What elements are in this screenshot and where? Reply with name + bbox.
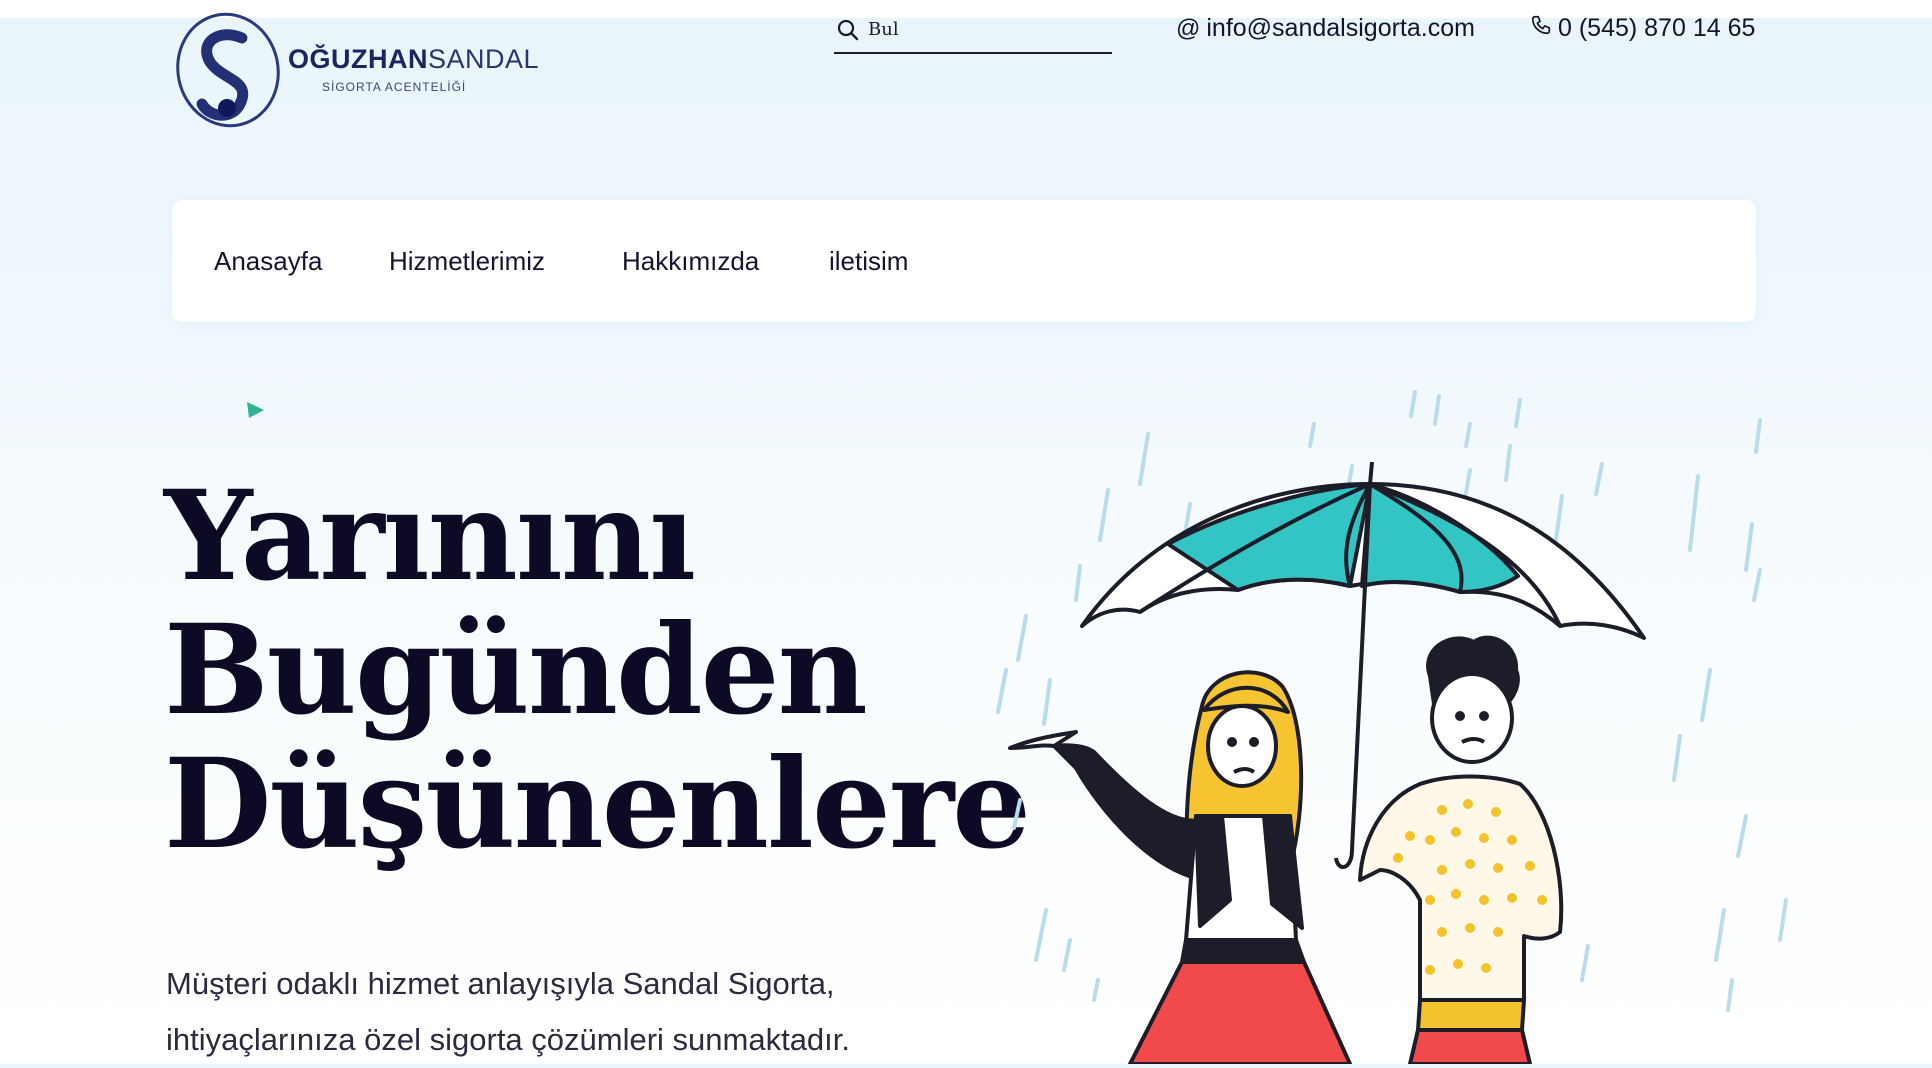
contact-phone-text: 0 (545) 870 14 65	[1558, 14, 1756, 42]
brand-logo[interactable]: OĞUZHANSANDAL SİGORTA ACENTELİĞİ	[170, 6, 539, 132]
contact-phone[interactable]: 0 (545) 870 14 65	[1530, 14, 1755, 43]
hero-description-line: Müşteri odaklı hizmet anlayışıyla Sandal…	[166, 966, 835, 1001]
nav-item-hizmetlerimiz[interactable]: Hizmetlerimiz	[389, 246, 545, 277]
brand-tagline: SİGORTA ACENTELİĞİ	[322, 80, 467, 94]
main-nav: Anasayfa Hizmetlerimiz Hakkımızda iletis…	[172, 200, 1756, 322]
umbrella-couple-illustration	[996, 390, 1788, 1064]
boy-figure	[1358, 635, 1564, 1064]
logo-emblem-icon	[176, 12, 280, 128]
triangle-decoration-icon	[247, 402, 264, 418]
nav-item-hakkimizda[interactable]: Hakkımızda	[622, 246, 759, 277]
brand-name-light: SANDAL	[428, 44, 540, 74]
hero-title-line: Yarınını	[164, 464, 696, 609]
hero-description: Müşteri odaklı hizmet anlayışıyla Sandal…	[166, 956, 850, 1068]
hero-title-line: Düşünenlere	[164, 732, 1031, 877]
phone-icon	[1530, 14, 1552, 43]
contact-email[interactable]: @ info@sandalsigorta.com	[1176, 14, 1475, 43]
hero-description-line: ihtiyaçlarınıza özel sigorta çözümleri s…	[166, 1022, 851, 1057]
nav-item-iletisim[interactable]: iletisim	[829, 246, 908, 277]
hero-title: Yarınını Bugünden Düşünenlere	[164, 464, 1031, 877]
brand-name-bold: OĞUZHAN	[288, 44, 428, 74]
contact-email-text: info@sandalsigorta.com	[1206, 14, 1475, 42]
nav-item-anasayfa[interactable]: Anasayfa	[214, 246, 322, 277]
search-input[interactable]	[868, 14, 1098, 44]
brand-name: OĞUZHANSANDAL	[288, 44, 539, 75]
hero-title-line: Bugünden	[164, 598, 868, 743]
girl-figure	[1008, 670, 1352, 1064]
at-sign-icon: @	[1176, 14, 1201, 42]
search-icon[interactable]	[836, 18, 860, 47]
search-bar	[834, 12, 1112, 54]
